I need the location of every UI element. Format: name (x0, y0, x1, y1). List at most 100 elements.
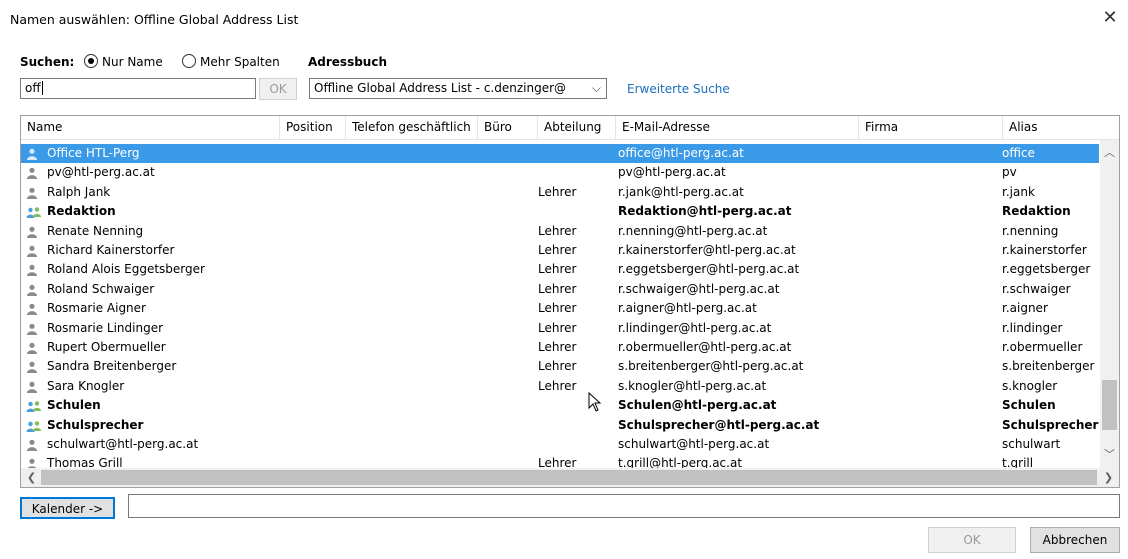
cell-email: r.nenning@htl-perg.ac.at (618, 223, 768, 238)
cell-alias: r.lindinger (1002, 320, 1063, 335)
cell-email: Schulsprecher@htl-perg.ac.at (618, 417, 820, 432)
cell-name: Office HTL-Perg (47, 146, 140, 160)
cell-alias: r.obermueller (1002, 340, 1083, 354)
addressbook-select[interactable]: Offline Global Address List - c.denzinge… (309, 78, 607, 99)
cell-department: Lehrer (538, 262, 577, 277)
person-icon (26, 361, 38, 374)
person-icon (26, 226, 38, 238)
table-row[interactable]: Schulsprecher Schulsprecher@htl-perg.ac.a… (21, 416, 1099, 435)
column-header-position[interactable]: Position (280, 116, 346, 139)
cell-email: Redaktion@htl-perg.ac.at (618, 204, 792, 219)
person-icon (26, 323, 38, 335)
chevron-down-icon: ⌵ (591, 81, 601, 95)
radio-name-only-label: Nur Name (102, 55, 163, 69)
search-input[interactable]: off (20, 78, 256, 99)
cell-alias: s.knogler (1002, 378, 1058, 393)
table-row[interactable]: Redaktion Redaktion@htl-perg.ac.at Redakti… (21, 202, 1099, 221)
cell-name: Renate Nenning (47, 223, 144, 238)
vertical-scroll-thumb[interactable] (1102, 380, 1117, 430)
table-row[interactable]: Renate Nenning Lehrer r.nenning@htl-perg.a… (21, 222, 1099, 241)
cell-department: Lehrer (538, 184, 577, 199)
cell-email: r.schwaiger@htl-perg.ac.at (618, 281, 780, 296)
table-row[interactable]: pv@htl-perg.ac.at pv@htl-perg.ac.at pv (21, 163, 1099, 182)
cell-department: Lehrer (538, 320, 577, 335)
column-header-alias[interactable]: Alias (1003, 116, 1119, 139)
cell-department: Lehrer (538, 281, 577, 296)
cell-alias: r.aigner (1002, 301, 1048, 316)
address-table: Name Position Telefon geschäftlich Büro … (20, 115, 1120, 488)
table-row[interactable]: Sara Knogler Lehrer s.knogler@htl-perg.ac.… (21, 377, 1099, 396)
horizontal-scroll-thumb[interactable] (41, 470, 1097, 485)
table-row[interactable]: Office HTL-Perg office@htl-perg.ac.at offi… (21, 144, 1099, 164)
cell-email: r.kainerstorfer@htl-perg.ac.at (618, 243, 796, 257)
cell-department: Lehrer (538, 223, 577, 238)
scroll-up-icon[interactable]: ︿ (1101, 144, 1118, 160)
column-header-department[interactable]: Abteilung (538, 116, 616, 139)
cell-name: pv@htl-perg.ac.at (47, 165, 155, 180)
cell-alias: s.breitenberger (1002, 359, 1095, 374)
table-row[interactable]: Rosmarie Aigner Lehrer r.aigner@htl-perg.a… (21, 299, 1099, 318)
addressbook-select-value: Offline Global Address List - c.denzinge… (314, 81, 567, 95)
vertical-scrollbar[interactable]: ︿ ﹀ (1100, 140, 1119, 468)
table-row[interactable]: Sandra Breitenberger Lehrer s.breitenberge… (21, 357, 1099, 376)
advanced-search-link[interactable]: Erweiterte Suche (627, 82, 730, 96)
person-icon (26, 342, 38, 354)
cell-name: schulwart@htl-perg.ac.at (47, 437, 199, 451)
cell-email: r.aigner@htl-perg.ac.at (618, 301, 757, 316)
column-header-name[interactable]: Name (21, 116, 280, 139)
cell-email: schulwart@htl-perg.ac.at (618, 437, 770, 451)
radio-more-columns[interactable]: Mehr Spalten (182, 54, 280, 69)
scroll-right-icon[interactable]: ❯ (1100, 471, 1117, 484)
cell-name: Sara Knogler (47, 378, 125, 393)
column-header-office[interactable]: Büro (478, 116, 538, 139)
scroll-down-icon[interactable]: ﹀ (1101, 446, 1118, 462)
search-label: Suchen: (20, 55, 75, 69)
horizontal-scrollbar[interactable]: ❮ ❯ (21, 468, 1119, 487)
person-icon (26, 187, 38, 199)
calendar-recipient-input[interactable] (128, 494, 1120, 518)
person-icon (26, 148, 38, 160)
table-row[interactable]: schulwart@htl-perg.ac.at schulwart@htl-pe… (21, 435, 1099, 454)
table-row[interactable]: Richard Kainerstorfer Lehrer r.kainerstorf… (21, 241, 1099, 260)
radio-unselected-icon (182, 54, 196, 68)
cell-alias: r.jank (1002, 184, 1035, 199)
cell-name: Rosmarie Aigner (47, 301, 146, 316)
cell-email: Schulen@htl-perg.ac.at (618, 398, 777, 413)
cell-alias: schulwart (1002, 437, 1061, 451)
table-header: Name Position Telefon geschäftlich Büro … (21, 116, 1119, 140)
table-row[interactable]: Ralph Jank Lehrer r.jank@htl-perg.ac.at r.j… (21, 183, 1099, 202)
column-header-company[interactable]: Firma (859, 116, 1003, 139)
calendar-button[interactable]: Kalender -> (20, 497, 115, 519)
cancel-button[interactable]: Abbrechen (1030, 527, 1120, 553)
cell-name: Ralph Jank (47, 184, 111, 199)
table-row[interactable]: Rosmarie Lindinger Lehrer r.lindinger@htl-… (21, 319, 1099, 338)
cell-email: r.obermueller@htl-perg.ac.at (618, 340, 792, 354)
table-row[interactable]: Rupert Obermueller Lehrer r.obermueller@ht… (21, 338, 1099, 357)
cell-alias: office (1002, 146, 1035, 160)
group-icon (26, 420, 41, 432)
person-icon (26, 245, 38, 257)
column-header-email[interactable]: E-Mail-Adresse (616, 116, 859, 139)
table-row[interactable]: Roland Schwaiger Lehrer r.schwaiger@htl-pe… (21, 280, 1099, 299)
cell-name: Rosmarie Lindinger (47, 320, 164, 335)
cell-email: r.eggetsberger@htl-perg.ac.at (618, 262, 800, 277)
person-icon (26, 167, 38, 180)
person-icon (26, 284, 38, 296)
group-icon (26, 400, 41, 413)
person-icon (26, 381, 38, 393)
scroll-left-icon[interactable]: ❮ (23, 471, 40, 484)
addressbook-label: Adressbuch (308, 55, 388, 69)
cell-email: pv@htl-perg.ac.at (618, 165, 726, 180)
search-input-value: off (25, 81, 41, 95)
table-row[interactable]: Schulen Schulen@htl-perg.ac.at Schulen (21, 396, 1099, 415)
column-header-phone[interactable]: Telefon geschäftlich (346, 116, 478, 139)
ok-button[interactable]: OK (928, 527, 1016, 553)
table-row[interactable]: Roland Alois Eggetsberger Lehrer r.eggetsb… (21, 260, 1099, 279)
search-ok-button[interactable]: OK (259, 78, 297, 100)
close-icon[interactable]: ✕ (1098, 6, 1122, 30)
cell-name: Sandra Breitenberger (47, 359, 177, 374)
radio-name-only[interactable]: Nur Name (84, 54, 163, 69)
mouse-cursor-icon (588, 392, 602, 412)
cell-name: Roland Schwaiger (47, 281, 155, 296)
cell-name: Redaktion (47, 204, 116, 219)
